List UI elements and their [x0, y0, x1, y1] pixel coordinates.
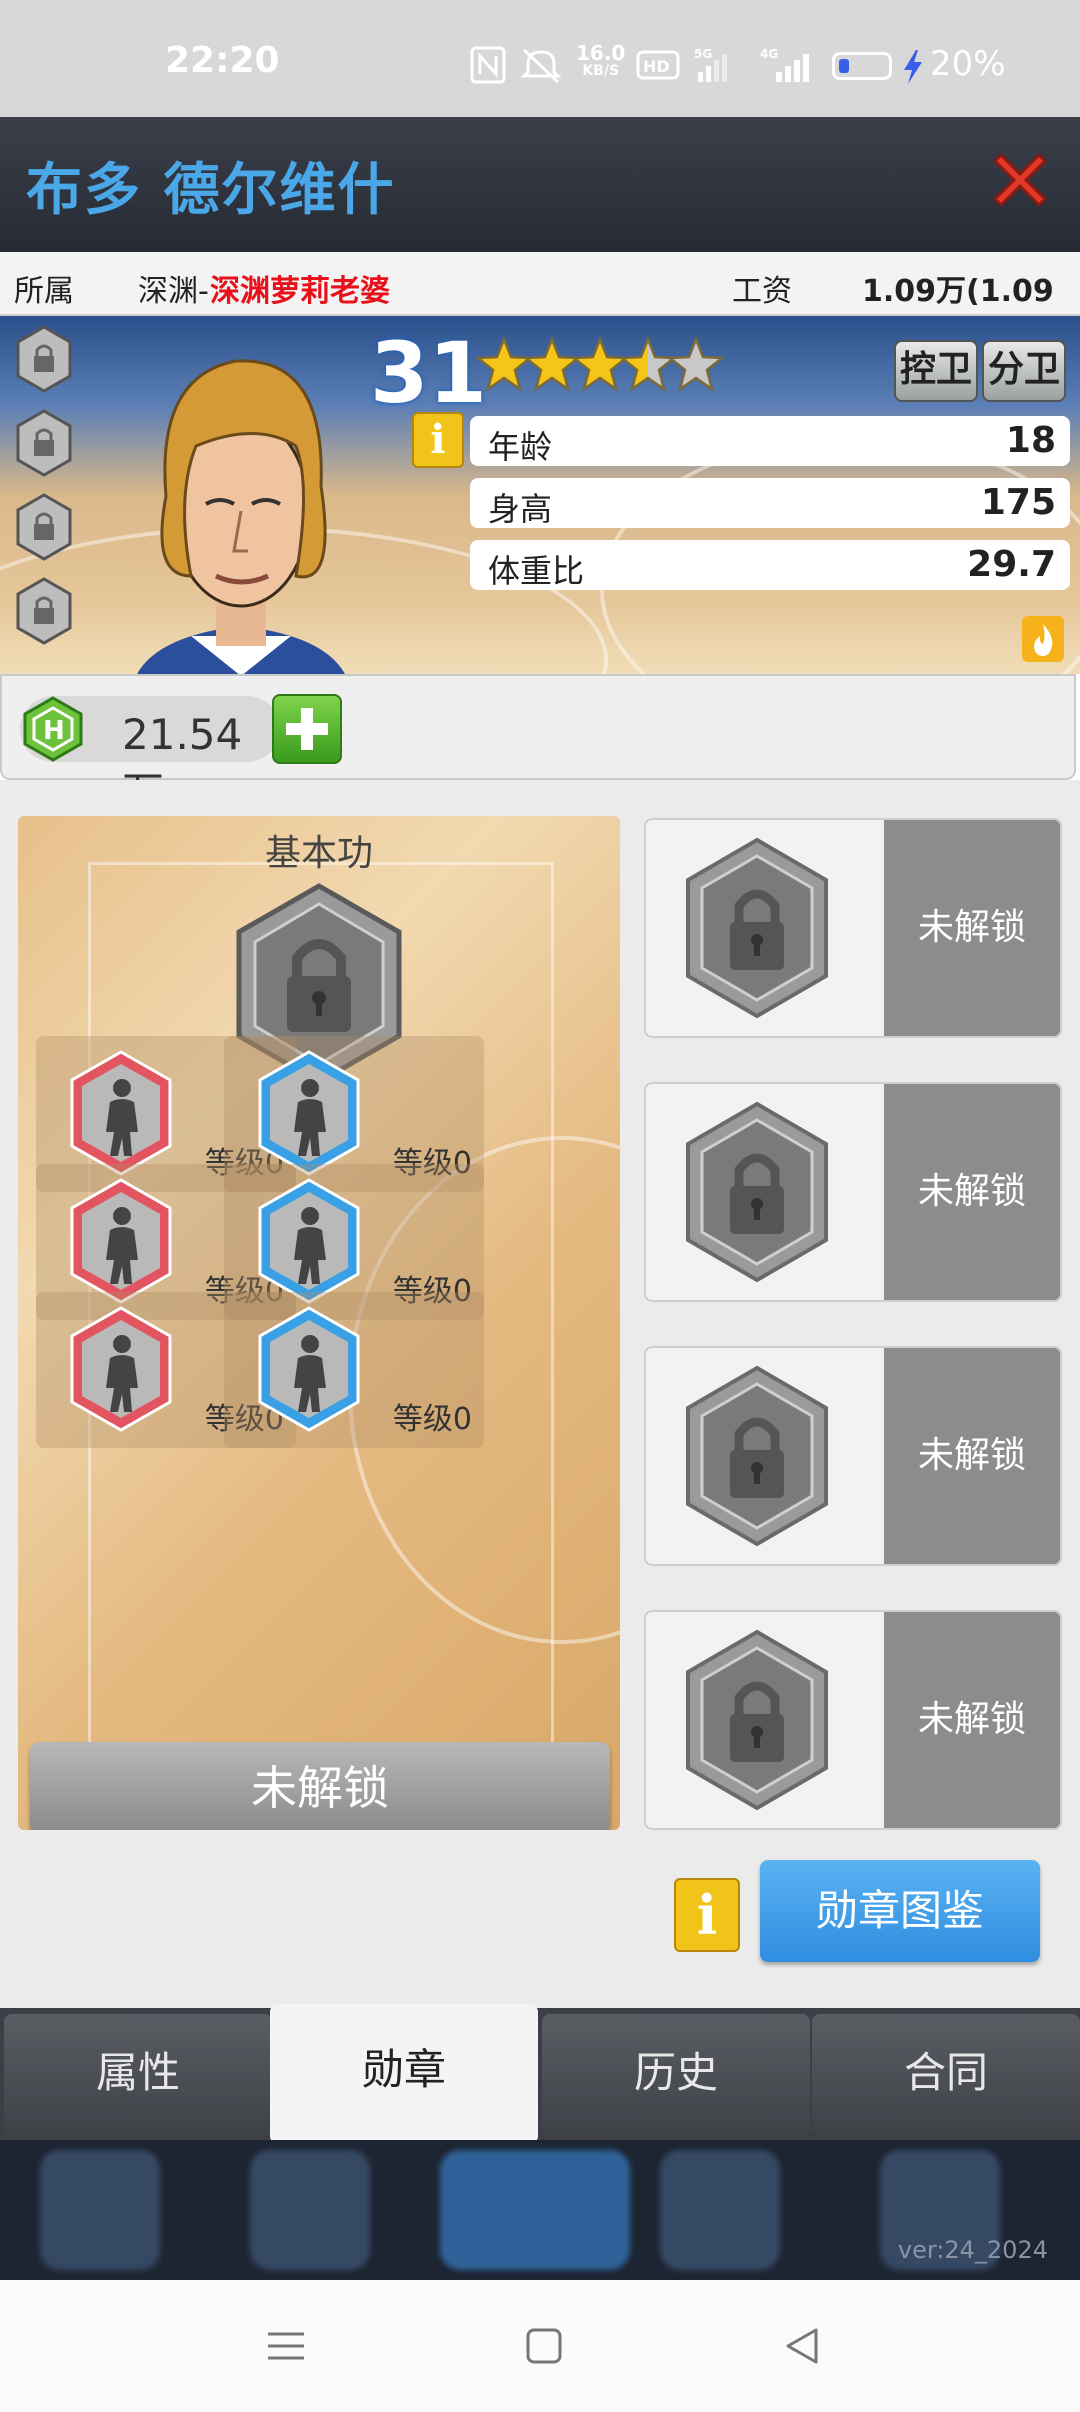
basic-skills-panel: 基本功 等级0 等级0 等级0 等级0 等级0 等级0 未解锁: [18, 816, 620, 1830]
badge-info-icon[interactable]: i: [674, 1878, 740, 1952]
stat-label: 身高: [488, 490, 553, 528]
battery-percent: 20%: [930, 44, 1006, 84]
badge-slot[interactable]: 未解锁: [644, 1610, 1062, 1830]
badge-unlock-label[interactable]: 未解锁: [884, 1612, 1060, 1828]
team-label: 所属: [14, 274, 74, 309]
game-bottom-nav: ver:24_2024: [0, 2140, 1080, 2280]
battery-icon: [832, 52, 892, 80]
net-speed-unit: KB/S: [582, 63, 620, 79]
stat-value: 29.7: [967, 544, 1056, 585]
player-portrait: [137, 359, 345, 674]
game-nav-item: [660, 2150, 780, 2270]
svg-text:HD: HD: [643, 57, 670, 76]
locked-slot-icon[interactable]: [14, 492, 74, 562]
info-icon[interactable]: i: [412, 412, 464, 468]
game-nav-item: [440, 2150, 630, 2270]
skill-cell[interactable]: 等级0: [224, 1292, 484, 1448]
player-card: 31 控卫 分卫 i 年龄 18 身高 175 体重比 29.7: [0, 316, 1080, 674]
stat-row-height: 身高 175: [470, 478, 1070, 528]
stat-value: 18: [1005, 420, 1056, 461]
badge-slot[interactable]: 未解锁: [644, 1082, 1062, 1302]
stat-label: 年龄: [488, 428, 553, 466]
version-label: ver:24_2024: [897, 2236, 1048, 2264]
red-skill-badge-icon: [70, 1050, 172, 1176]
locked-badge-icon: [686, 1101, 828, 1283]
svg-text:H: H: [43, 716, 65, 746]
salary-label: 工资: [732, 274, 792, 309]
tab-history[interactable]: 历史: [542, 2014, 810, 2136]
badge-unlock-label[interactable]: 未解锁: [884, 820, 1060, 1036]
svg-text:5G: 5G: [694, 47, 712, 61]
h-coin-icon: H: [23, 696, 83, 762]
system-nav-bar: [0, 2280, 1080, 2412]
game-nav-item: [40, 2150, 160, 2270]
skill-level-label: 等级0: [392, 1402, 472, 1437]
money-pill: H 21.54万: [20, 696, 280, 817]
star-icon: [668, 336, 724, 392]
status-time: 22:20: [165, 40, 280, 81]
stat-row-weight-ratio: 体重比 29.7: [470, 540, 1070, 590]
basic-skills-title: 基本功: [264, 833, 373, 874]
locked-badge-icon: [686, 1365, 828, 1547]
back-icon[interactable]: [782, 2326, 822, 2366]
blue-skill-badge-icon: [258, 1178, 360, 1304]
game-nav-item: [250, 2150, 370, 2270]
battery-level-fill: [839, 59, 849, 73]
position-badge-pg: 控卫: [894, 340, 978, 402]
tab-badges[interactable]: 勋章: [270, 2004, 538, 2144]
player-rating: 31: [370, 324, 487, 422]
status-bar: 22:20 16.0 KB/S HD 5G 4G 20%: [0, 0, 1080, 117]
stat-label: 体重比: [488, 552, 585, 590]
position-badge-sg: 分卫: [982, 340, 1066, 402]
unlock-skills-button[interactable]: 未解锁: [30, 1742, 610, 1830]
locked-badge-icon: [686, 837, 828, 1019]
nfc-icon: [470, 46, 506, 84]
badge-unlock-label[interactable]: 未解锁: [884, 1084, 1060, 1300]
team-prefix: 深渊-: [138, 274, 209, 309]
home-icon[interactable]: [524, 2326, 564, 2366]
star-rating: [476, 336, 724, 400]
stat-value: 175: [980, 482, 1056, 523]
team-owner[interactable]: 深渊萝莉老婆: [210, 266, 390, 310]
equipment-slots: [14, 324, 74, 646]
charging-icon: [904, 50, 922, 84]
plus-icon: [286, 708, 328, 750]
badge-catalog-button[interactable]: 勋章图鉴: [760, 1860, 1040, 1962]
fire-icon[interactable]: [1022, 616, 1064, 662]
tab-contract[interactable]: 合同: [812, 2014, 1080, 2136]
tab-bar: 属性 勋章 历史 合同: [0, 2004, 1080, 2144]
badge-slot[interactable]: 未解锁: [644, 818, 1062, 1038]
locked-slot-icon[interactable]: [14, 576, 74, 646]
red-skill-badge-icon: [70, 1306, 172, 1432]
net-speed-value: 16.0: [576, 41, 626, 65]
close-icon[interactable]: [985, 145, 1055, 215]
info-strip: 所属 深渊- 深渊萝莉老婆 工资 1.09万(1.09万): [0, 252, 1080, 353]
blue-skill-badge-icon: [258, 1306, 360, 1432]
hd-icon: HD: [636, 50, 680, 80]
network-speed: 16.0 KB/S: [576, 41, 626, 80]
badge-unlock-label[interactable]: 未解锁: [884, 1348, 1060, 1564]
badge-panel: 基本功 等级0 等级0 等级0 等级0 等级0 等级0 未解锁 未解锁 未解锁 未解锁 未解锁 …: [0, 780, 1080, 2008]
blue-skill-badge-icon: [258, 1050, 360, 1176]
red-skill-badge-icon: [70, 1178, 172, 1304]
menu-icon[interactable]: [266, 2326, 306, 2366]
add-money-button[interactable]: [272, 694, 342, 764]
locked-slot-icon[interactable]: [14, 408, 74, 478]
4g-signal-icon: 4G: [760, 47, 809, 82]
tab-attributes[interactable]: 属性: [4, 2014, 272, 2136]
svg-text:4G: 4G: [760, 47, 778, 61]
locked-slot-icon[interactable]: [14, 324, 74, 394]
locked-badge-icon: [686, 1629, 828, 1811]
badge-slot[interactable]: 未解锁: [644, 1346, 1062, 1566]
mute-icon: [520, 48, 562, 84]
money-bar: H 21.54万: [0, 674, 1076, 817]
stat-row-age: 年龄 18: [470, 416, 1070, 466]
5g-signal-icon: 5G: [694, 47, 727, 82]
player-name: 布多 德尔维什: [26, 158, 396, 223]
title-bar: 布多 德尔维什: [0, 117, 1080, 252]
